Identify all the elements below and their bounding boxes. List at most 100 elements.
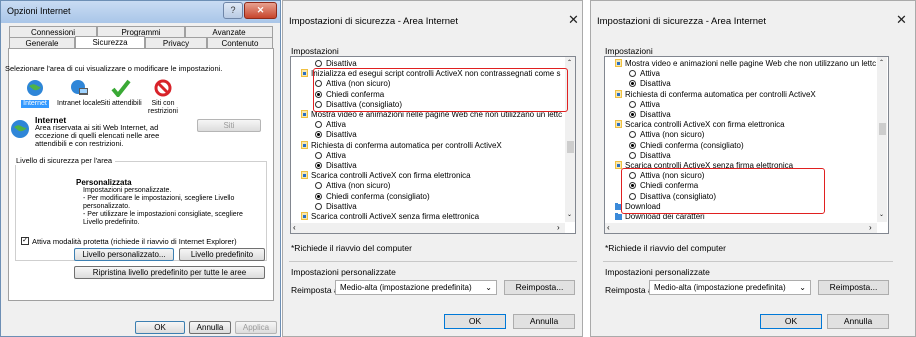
row-label: Richiesta di conferma automatica per con… — [625, 89, 816, 99]
reset-all-zones-button[interactable]: Ripristina livello predefinito per tutte… — [74, 266, 265, 279]
option-row[interactable]: Disattiva — [629, 79, 671, 88]
divider — [603, 261, 893, 262]
radio-button[interactable] — [629, 151, 636, 159]
option-row[interactable]: Disattiva — [315, 59, 357, 68]
radio-button[interactable] — [315, 151, 322, 159]
ok-button[interactable]: OK — [444, 314, 506, 329]
option-row[interactable]: Chiedi conferma (consigliato) — [629, 141, 744, 150]
divider — [289, 261, 577, 262]
radio-button[interactable] — [315, 121, 322, 129]
sites-button[interactable]: Siti — [197, 119, 261, 132]
security-settings-dialog-2: Impostazioni di sicurezza - Area Interne… — [590, 0, 916, 337]
row-label: Disattiva — [326, 59, 357, 68]
option-row[interactable]: Attiva — [629, 69, 660, 78]
setting-header[interactable]: Scarica controlli ActiveX con firma elet… — [615, 120, 785, 129]
setting-header[interactable]: Mostra video e animazioni nelle pagine W… — [615, 59, 876, 68]
option-row[interactable]: Disattiva — [315, 202, 357, 211]
option-row[interactable]: Attiva — [315, 120, 346, 129]
setting-header[interactable]: Richiesta di conferma automatica per con… — [615, 89, 816, 99]
radio-button[interactable] — [315, 202, 322, 210]
setting-header[interactable]: Scarica controlli ActiveX con firma elet… — [301, 171, 471, 180]
ok-button[interactable]: OK — [135, 321, 185, 334]
option-row[interactable]: Disattiva — [315, 161, 357, 170]
zone-restricted[interactable]: Siti con restrizioni — [141, 79, 185, 116]
option-row[interactable]: Disattiva — [315, 130, 357, 139]
radio-button[interactable] — [315, 182, 322, 190]
zone-intranet[interactable]: Intranet locale — [57, 79, 101, 108]
radio-button[interactable] — [315, 60, 322, 67]
highlight-box — [313, 68, 568, 112]
option-row[interactable]: Chiedi conferma (consigliato) — [315, 192, 430, 201]
radio-button[interactable] — [629, 80, 636, 88]
radio-button[interactable] — [629, 131, 636, 139]
horizontal-scrollbar[interactable]: ‹ › — [291, 223, 565, 233]
option-row[interactable]: Attiva (non sicuro) — [629, 130, 704, 139]
scroll-left-icon[interactable]: ‹ — [293, 223, 296, 232]
radio-button[interactable] — [629, 111, 636, 118]
settings-icon — [615, 59, 622, 67]
cancel-button[interactable]: Annulla — [827, 314, 889, 329]
custom-settings-label: Impostazioni personalizzate — [605, 267, 710, 277]
reset-button[interactable]: Reimposta... — [504, 280, 575, 295]
reset-level-select[interactable]: Medio-alta (impostazione predefinita) ⌄ — [649, 280, 811, 295]
custom-level-button[interactable]: Livello personalizzato... — [74, 248, 174, 261]
settings-label: Impostazioni — [291, 46, 339, 56]
row-label: Scarica controlli ActiveX con firma elet… — [311, 171, 471, 181]
radio-button[interactable] — [629, 70, 636, 78]
help-button[interactable]: ? — [223, 2, 243, 19]
close-icon[interactable]: ✕ — [896, 12, 907, 28]
scroll-thumb[interactable] — [879, 123, 886, 135]
horizontal-scrollbar[interactable]: ‹ › — [605, 223, 877, 233]
setting-header[interactable]: Richiesta di conferma automatica per con… — [301, 140, 502, 150]
row-label: Attiva (non sicuro) — [640, 130, 705, 140]
protected-mode-checkbox[interactable]: ✓ — [21, 237, 29, 245]
scroll-left-icon[interactable]: ‹ — [607, 223, 610, 232]
row-label: Scarica controlli ActiveX con firma elet… — [625, 120, 785, 130]
cancel-button[interactable]: Annulla — [189, 321, 231, 334]
option-row[interactable]: Attiva (non sicuro) — [315, 181, 390, 190]
row-label: Disattiva — [640, 110, 671, 119]
reset-button[interactable]: Reimposta... — [818, 280, 889, 295]
row-label: Disattiva — [326, 161, 357, 170]
radio-button[interactable] — [315, 131, 322, 139]
option-row[interactable]: Attiva — [315, 151, 346, 160]
globe-icon — [11, 120, 29, 138]
default-level-button[interactable]: Livello predefinito — [179, 248, 265, 261]
scroll-right-icon[interactable]: › — [869, 223, 872, 232]
radio-button[interactable] — [629, 141, 636, 149]
scroll-down-icon[interactable]: ⌄ — [879, 211, 884, 218]
zone-internet[interactable]: Internet — [13, 79, 57, 108]
option-row[interactable]: Attiva — [629, 100, 660, 109]
row-label: Attiva — [640, 69, 661, 79]
zone-trusted[interactable]: Siti attendibili — [99, 79, 143, 108]
close-icon[interactable]: ✕ — [568, 12, 579, 28]
reset-label: Reimposta a: — [291, 285, 342, 295]
cancel-button[interactable]: Annulla — [513, 314, 575, 329]
restart-note: *Richiede il riavvio del computer — [291, 243, 412, 253]
apply-button[interactable]: Applica — [235, 321, 277, 334]
row-label: Disattiva — [640, 150, 671, 160]
option-row[interactable]: Disattiva — [629, 110, 671, 119]
scroll-right-icon[interactable]: › — [557, 223, 560, 232]
setting-header[interactable]: Scarica controlli ActiveX senza firma el… — [301, 212, 479, 221]
protected-mode-label: Attiva modalità protetta (richiede il ri… — [32, 237, 237, 246]
radio-button[interactable] — [315, 192, 322, 200]
restricted-icon — [154, 79, 172, 97]
option-row[interactable]: Disattiva — [629, 151, 671, 160]
scroll-up-icon[interactable]: ⌃ — [879, 59, 884, 66]
settings-icon — [301, 110, 308, 118]
radio-button[interactable] — [315, 162, 322, 169]
scroll-up-icon[interactable]: ⌃ — [567, 59, 572, 66]
ok-button[interactable]: OK — [760, 314, 822, 329]
scroll-thumb[interactable] — [567, 141, 574, 153]
reset-level-select[interactable]: Medio-alta (impostazione predefinita) ⌄ — [335, 280, 497, 295]
window-title: Opzioni Internet — [7, 6, 71, 16]
vertical-scrollbar[interactable]: ⌃ ⌄ — [877, 57, 887, 222]
scroll-down-icon[interactable]: ⌄ — [567, 211, 572, 218]
custom-line: Impostazioni personalizzate. — [83, 187, 172, 194]
close-button[interactable]: ✕ — [244, 2, 277, 19]
settings-label: Impostazioni — [605, 46, 653, 56]
radio-button[interactable] — [629, 100, 636, 108]
row-label: Attiva (non sicuro) — [326, 181, 391, 191]
row-label: Scarica controlli ActiveX senza firma el… — [311, 212, 480, 221]
